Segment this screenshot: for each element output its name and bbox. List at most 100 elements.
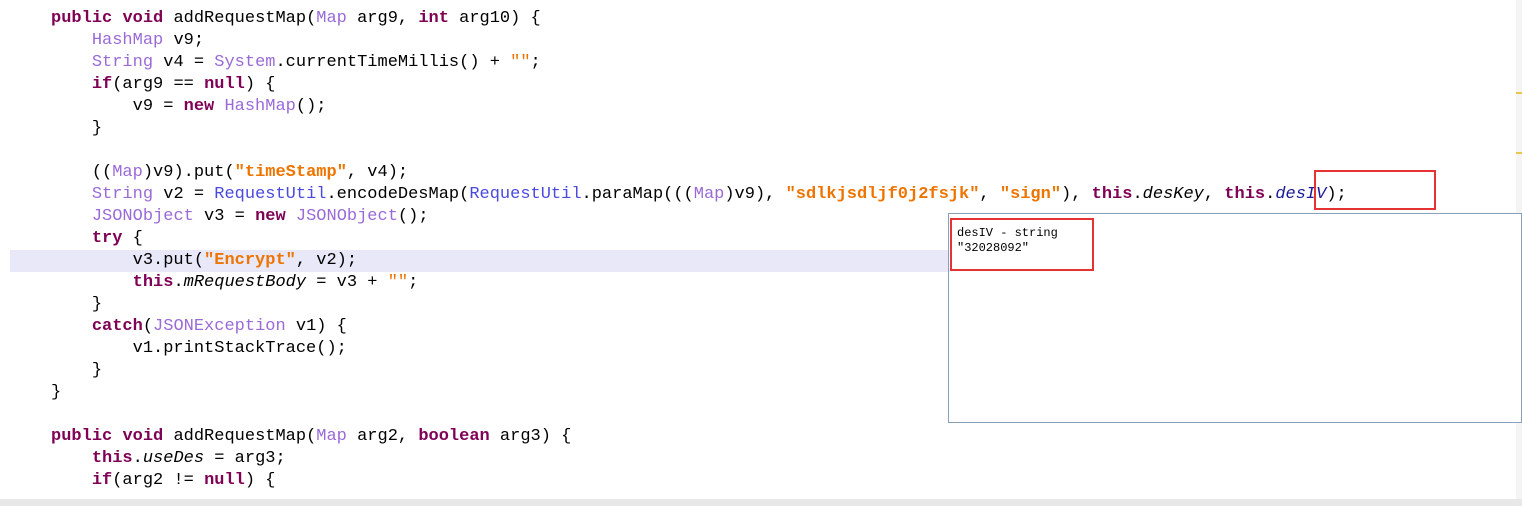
code-token: arg3) { bbox=[489, 427, 572, 446]
code-token: this bbox=[91, 449, 133, 468]
code-token: void bbox=[122, 427, 164, 446]
code-token: addRequestMap( bbox=[163, 9, 317, 28]
code-token: arg2, bbox=[346, 427, 419, 446]
code-line[interactable]: if(arg9 == null) { bbox=[0, 74, 1347, 96]
code-token: v9 = bbox=[132, 97, 184, 116]
code-token: boolean bbox=[418, 427, 490, 446]
code-token: (); bbox=[397, 207, 429, 226]
code-token: new bbox=[183, 97, 215, 116]
code-token: System bbox=[214, 53, 276, 72]
code-token: .paraMap((( bbox=[581, 185, 694, 204]
code-token: } bbox=[91, 361, 103, 380]
hover-tooltip: desIV - string "32028092" bbox=[948, 213, 1522, 423]
code-token: )v9), bbox=[724, 185, 786, 204]
code-token: ) { bbox=[244, 75, 276, 94]
code-line[interactable]: public void addRequestMap(Map arg2, bool… bbox=[0, 426, 1347, 448]
code-line[interactable]: } bbox=[0, 118, 1347, 140]
code-line[interactable]: String v2 = RequestUtil.encodeDesMap(Req… bbox=[0, 184, 1347, 206]
code-token: "Encrypt" bbox=[204, 251, 296, 270]
code-token: if bbox=[91, 471, 113, 490]
tooltip-type-line: desIV - string bbox=[957, 226, 1058, 240]
code-token: v9; bbox=[163, 31, 205, 50]
code-token: . bbox=[1132, 185, 1143, 204]
code-token: "sign" bbox=[999, 185, 1062, 204]
code-token: useDes bbox=[142, 449, 205, 468]
code-token: , v2); bbox=[295, 251, 358, 270]
code-token: { bbox=[122, 229, 143, 248]
code-token: , bbox=[979, 185, 1000, 204]
overview-marker bbox=[1516, 92, 1522, 94]
code-token: RequestUtil bbox=[469, 185, 582, 204]
code-token: , bbox=[1203, 185, 1225, 204]
code-token: new bbox=[255, 207, 286, 226]
code-token: null bbox=[204, 75, 245, 94]
code-token: JSONObject bbox=[91, 207, 194, 226]
code-line[interactable]: HashMap v9; bbox=[0, 30, 1347, 52]
code-token: )v9).put( bbox=[142, 163, 235, 182]
overview-marker bbox=[1516, 152, 1522, 154]
code-token: = v3 + bbox=[306, 273, 388, 292]
code-token: . bbox=[173, 273, 184, 292]
code-token: this bbox=[1224, 185, 1266, 204]
code-token: int bbox=[418, 9, 449, 28]
code-token: Map bbox=[112, 163, 143, 182]
code-token: desKey bbox=[1142, 185, 1204, 204]
code-line[interactable]: this.useDes = arg3; bbox=[0, 448, 1347, 470]
code-line[interactable]: ((Map)v9).put("timeStamp", v4); bbox=[0, 162, 1347, 184]
code-token: v2 = bbox=[153, 185, 215, 204]
code-token: (); bbox=[295, 97, 327, 116]
code-line[interactable] bbox=[0, 140, 1347, 162]
code-line[interactable]: public void addRequestMap(Map arg9, int … bbox=[0, 8, 1347, 30]
code-token: HashMap bbox=[91, 31, 164, 50]
code-token: v3 = bbox=[193, 207, 256, 226]
code-token: HashMap bbox=[224, 97, 296, 116]
code-token: . bbox=[132, 449, 143, 468]
code-line[interactable]: v9 = new HashMap(); bbox=[0, 96, 1347, 118]
code-token: public bbox=[51, 9, 113, 28]
horizontal-scrollbar[interactable] bbox=[0, 499, 1522, 506]
code-token: ), bbox=[1061, 185, 1092, 204]
code-token: } bbox=[51, 383, 62, 402]
code-token: RequestUtil bbox=[214, 185, 327, 204]
code-token: String bbox=[91, 185, 154, 204]
code-token: JSONObject bbox=[295, 207, 398, 226]
code-token: catch bbox=[91, 317, 143, 336]
code-token: "" bbox=[510, 53, 531, 72]
code-line[interactable]: String v4 = System.currentTimeMillis() +… bbox=[0, 52, 1347, 74]
tooltip-value-line: "32028092" bbox=[957, 241, 1030, 255]
code-token: Map bbox=[316, 9, 347, 28]
code-token: "" bbox=[387, 273, 409, 292]
code-token: arg10) { bbox=[448, 9, 541, 28]
highlight-box-desiv bbox=[1314, 170, 1436, 210]
code-token: addRequestMap( bbox=[163, 427, 317, 446]
code-token: "sdlkjsdljf0j2fsjk" bbox=[785, 185, 980, 204]
code-token: ; bbox=[530, 53, 541, 72]
code-line[interactable]: if(arg2 != null) { bbox=[0, 470, 1347, 492]
code-token: String bbox=[91, 53, 154, 72]
code-token: v4 = bbox=[153, 53, 215, 72]
code-token: } bbox=[91, 295, 103, 314]
code-token: ( bbox=[142, 317, 154, 336]
code-token: void bbox=[122, 9, 164, 28]
code-token: v1) { bbox=[285, 317, 347, 336]
code-token: this bbox=[132, 273, 174, 292]
